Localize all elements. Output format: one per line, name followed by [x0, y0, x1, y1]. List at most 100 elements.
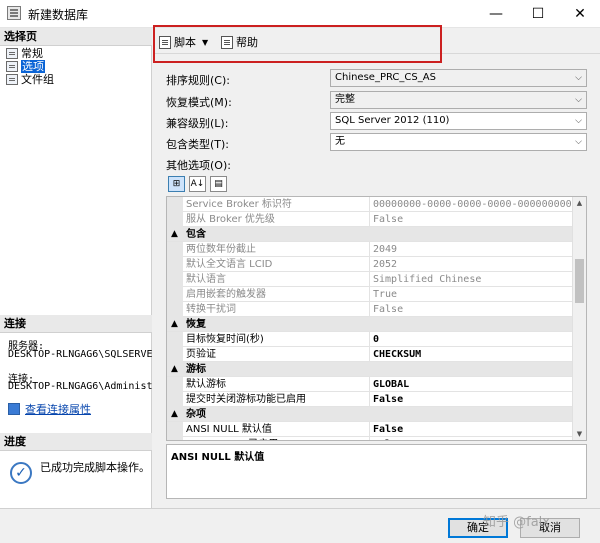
options-page: 脚本 ▼ 帮助 排序规则(C): Chinese_PRC_CS_AS ⌵ 恢复模…: [153, 28, 600, 508]
minimize-button[interactable]: —: [476, 0, 516, 28]
collation-select[interactable]: Chinese_PRC_CS_AS ⌵: [330, 69, 587, 87]
grid-category-row[interactable]: ▲ 恢复: [167, 317, 574, 332]
grid-gutter: [167, 332, 183, 347]
vertical-scrollbar[interactable]: ▲ ▼: [572, 197, 586, 440]
categorized-view-icon[interactable]: ⊞: [168, 176, 185, 192]
grid-property-value[interactable]: 00000000-0000-0000-0000-000000000000: [369, 197, 574, 212]
left-pane: 选择页 常规 选项 文件组 连接 服务器: DESKTOP-RLNGAG6\SQ…: [0, 28, 171, 508]
grid-property-value[interactable]: True: [369, 287, 574, 302]
collation-value: Chinese_PRC_CS_AS: [335, 72, 436, 83]
grid-property-row[interactable]: 启用嵌套的触发器 True: [167, 287, 574, 302]
connection-header: 连接: [0, 315, 152, 333]
grid-gutter: [167, 272, 183, 287]
grid-property-row[interactable]: Service Broker 标识符 00000000-0000-0000-000…: [167, 197, 574, 212]
grid-property-value[interactable]: CHECKSUM: [369, 347, 574, 362]
alphabetical-sort-icon[interactable]: A↓: [189, 176, 206, 192]
grid-property-value[interactable]: False: [369, 437, 574, 440]
grid-property-value[interactable]: False: [369, 212, 574, 227]
grid-gutter: [167, 287, 183, 302]
grid-category-label: 包含: [186, 229, 206, 240]
grid-property-name: 两位数年份截止: [186, 244, 256, 255]
grid-property-name: 转换干扰词: [186, 304, 236, 315]
view-connection-properties-link[interactable]: 查看连接属性: [8, 401, 91, 417]
grid-category-row[interactable]: ▲ 游标: [167, 362, 574, 377]
collapse-icon[interactable]: ▲: [171, 227, 178, 242]
grid-gutter: [167, 422, 183, 437]
page-icon: [6, 74, 18, 85]
nav-item-label: 文件组: [21, 73, 54, 86]
grid-property-value[interactable]: False: [369, 302, 574, 317]
grid-property-name: 默认全文语言 LCID: [186, 259, 273, 270]
property-pages-icon[interactable]: ▤: [210, 176, 227, 192]
nav-item-options[interactable]: 选项: [6, 60, 45, 73]
grid-property-value[interactable]: GLOBAL: [369, 377, 574, 392]
nav-item-label: 选项: [21, 60, 45, 73]
select-page-header: 选择页: [0, 28, 152, 46]
checkmark-icon: ✓: [10, 462, 32, 484]
maximize-button[interactable]: ☐: [518, 0, 558, 28]
recovery-model-value: 完整: [335, 94, 355, 105]
grid-property-row[interactable]: ANSI NULLS 已启用False: [167, 437, 574, 440]
recovery-model-select[interactable]: 完整 ⌵: [330, 91, 587, 109]
collapse-icon[interactable]: ▲: [171, 362, 178, 377]
grid-property-row[interactable]: 默认全文语言 LCID 2052: [167, 257, 574, 272]
progress-status: 已成功完成脚本操作。: [40, 461, 150, 474]
scrollbar-thumb[interactable]: [575, 259, 584, 303]
nav-item-label: 常规: [21, 47, 43, 60]
chevron-down-icon: ⌵: [575, 137, 582, 147]
grid-property-row[interactable]: 默认游标 GLOBAL: [167, 377, 574, 392]
recovery-model-label: 恢复模式(M):: [166, 96, 232, 109]
database-app-icon: [7, 6, 21, 20]
nav-item-general[interactable]: 常规: [6, 47, 43, 60]
grid-property-row[interactable]: 转换干扰词 False: [167, 302, 574, 317]
collapse-icon[interactable]: ▲: [171, 317, 178, 332]
compatibility-level-select[interactable]: SQL Server 2012 (110) ⌵: [330, 112, 587, 130]
grid-property-row[interactable]: 两位数年份截止 2049: [167, 242, 574, 257]
containment-type-value: 无: [335, 136, 345, 147]
page-icon: [6, 48, 18, 59]
grid-gutter: [167, 437, 183, 440]
title-bar: 新建数据库 — ☐ ✕: [0, 0, 600, 28]
grid-property-row[interactable]: 提交时关闭游标功能已启用 False: [167, 392, 574, 407]
grid-property-value[interactable]: 2049: [369, 242, 574, 257]
collapse-icon[interactable]: ▲: [171, 407, 178, 422]
grid-property-row[interactable]: 服从 Broker 优先级 False: [167, 212, 574, 227]
scroll-up-icon[interactable]: ▲: [573, 197, 586, 209]
grid-category-row[interactable]: ▲ 杂项: [167, 407, 574, 422]
grid-property-name: 页验证: [186, 349, 216, 360]
grid-gutter: [167, 392, 183, 407]
grid-property-value[interactable]: False: [369, 392, 574, 407]
scroll-down-icon[interactable]: ▼: [573, 428, 586, 440]
nav-item-filegroups[interactable]: 文件组: [6, 73, 54, 86]
grid-property-value[interactable]: 2052: [369, 257, 574, 272]
window-title: 新建数据库: [28, 8, 89, 22]
grid-property-name: Service Broker 标识符: [186, 199, 292, 210]
grid-property-row[interactable]: 目标恢复时间(秒) 0: [167, 332, 574, 347]
grid-toolbar: ⊞ A↓ ▤: [168, 176, 231, 192]
connection-value: DESKTOP-RLNGAG6\Administrat: [8, 381, 171, 392]
close-button[interactable]: ✕: [560, 0, 600, 28]
grid-category-label: 杂项: [186, 409, 206, 420]
chevron-down-icon: ⌵: [575, 116, 582, 126]
other-options-label: 其他选项(O):: [166, 159, 231, 172]
grid-property-row[interactable]: ANSI NULL 默认值 False: [167, 422, 574, 437]
grid-category-row[interactable]: ▲ 包含: [167, 227, 574, 242]
grid-property-value[interactable]: 0: [369, 332, 574, 347]
grid-property-name: ANSI NULL 默认值: [186, 424, 272, 435]
grid-property-row[interactable]: 页验证 CHECKSUM: [167, 347, 574, 362]
grid-property-value[interactable]: Simplified Chinese: [369, 272, 574, 287]
chevron-down-icon: ⌵: [575, 95, 582, 105]
view-connection-properties-label: 查看连接属性: [25, 403, 91, 416]
grid-gutter: [167, 347, 183, 362]
grid-property-name: 提交时关闭游标功能已启用: [186, 394, 306, 405]
grid-property-name: 默认语言: [186, 274, 226, 285]
server-value: DESKTOP-RLNGAG6\SQLSERVER20: [8, 349, 171, 360]
property-grid[interactable]: ANSI NULLS 已启用FalseANSI NULL 默认值False▲杂项…: [166, 196, 587, 441]
grid-gutter: [167, 212, 183, 227]
grid-property-value[interactable]: False: [369, 422, 574, 437]
grid-property-name: 启用嵌套的触发器: [186, 289, 266, 300]
grid-property-name: ANSI NULLS 已启用: [186, 437, 368, 440]
containment-type-select[interactable]: 无 ⌵: [330, 133, 587, 151]
grid-gutter: [167, 377, 183, 392]
grid-property-row[interactable]: 默认语言 Simplified Chinese: [167, 272, 574, 287]
